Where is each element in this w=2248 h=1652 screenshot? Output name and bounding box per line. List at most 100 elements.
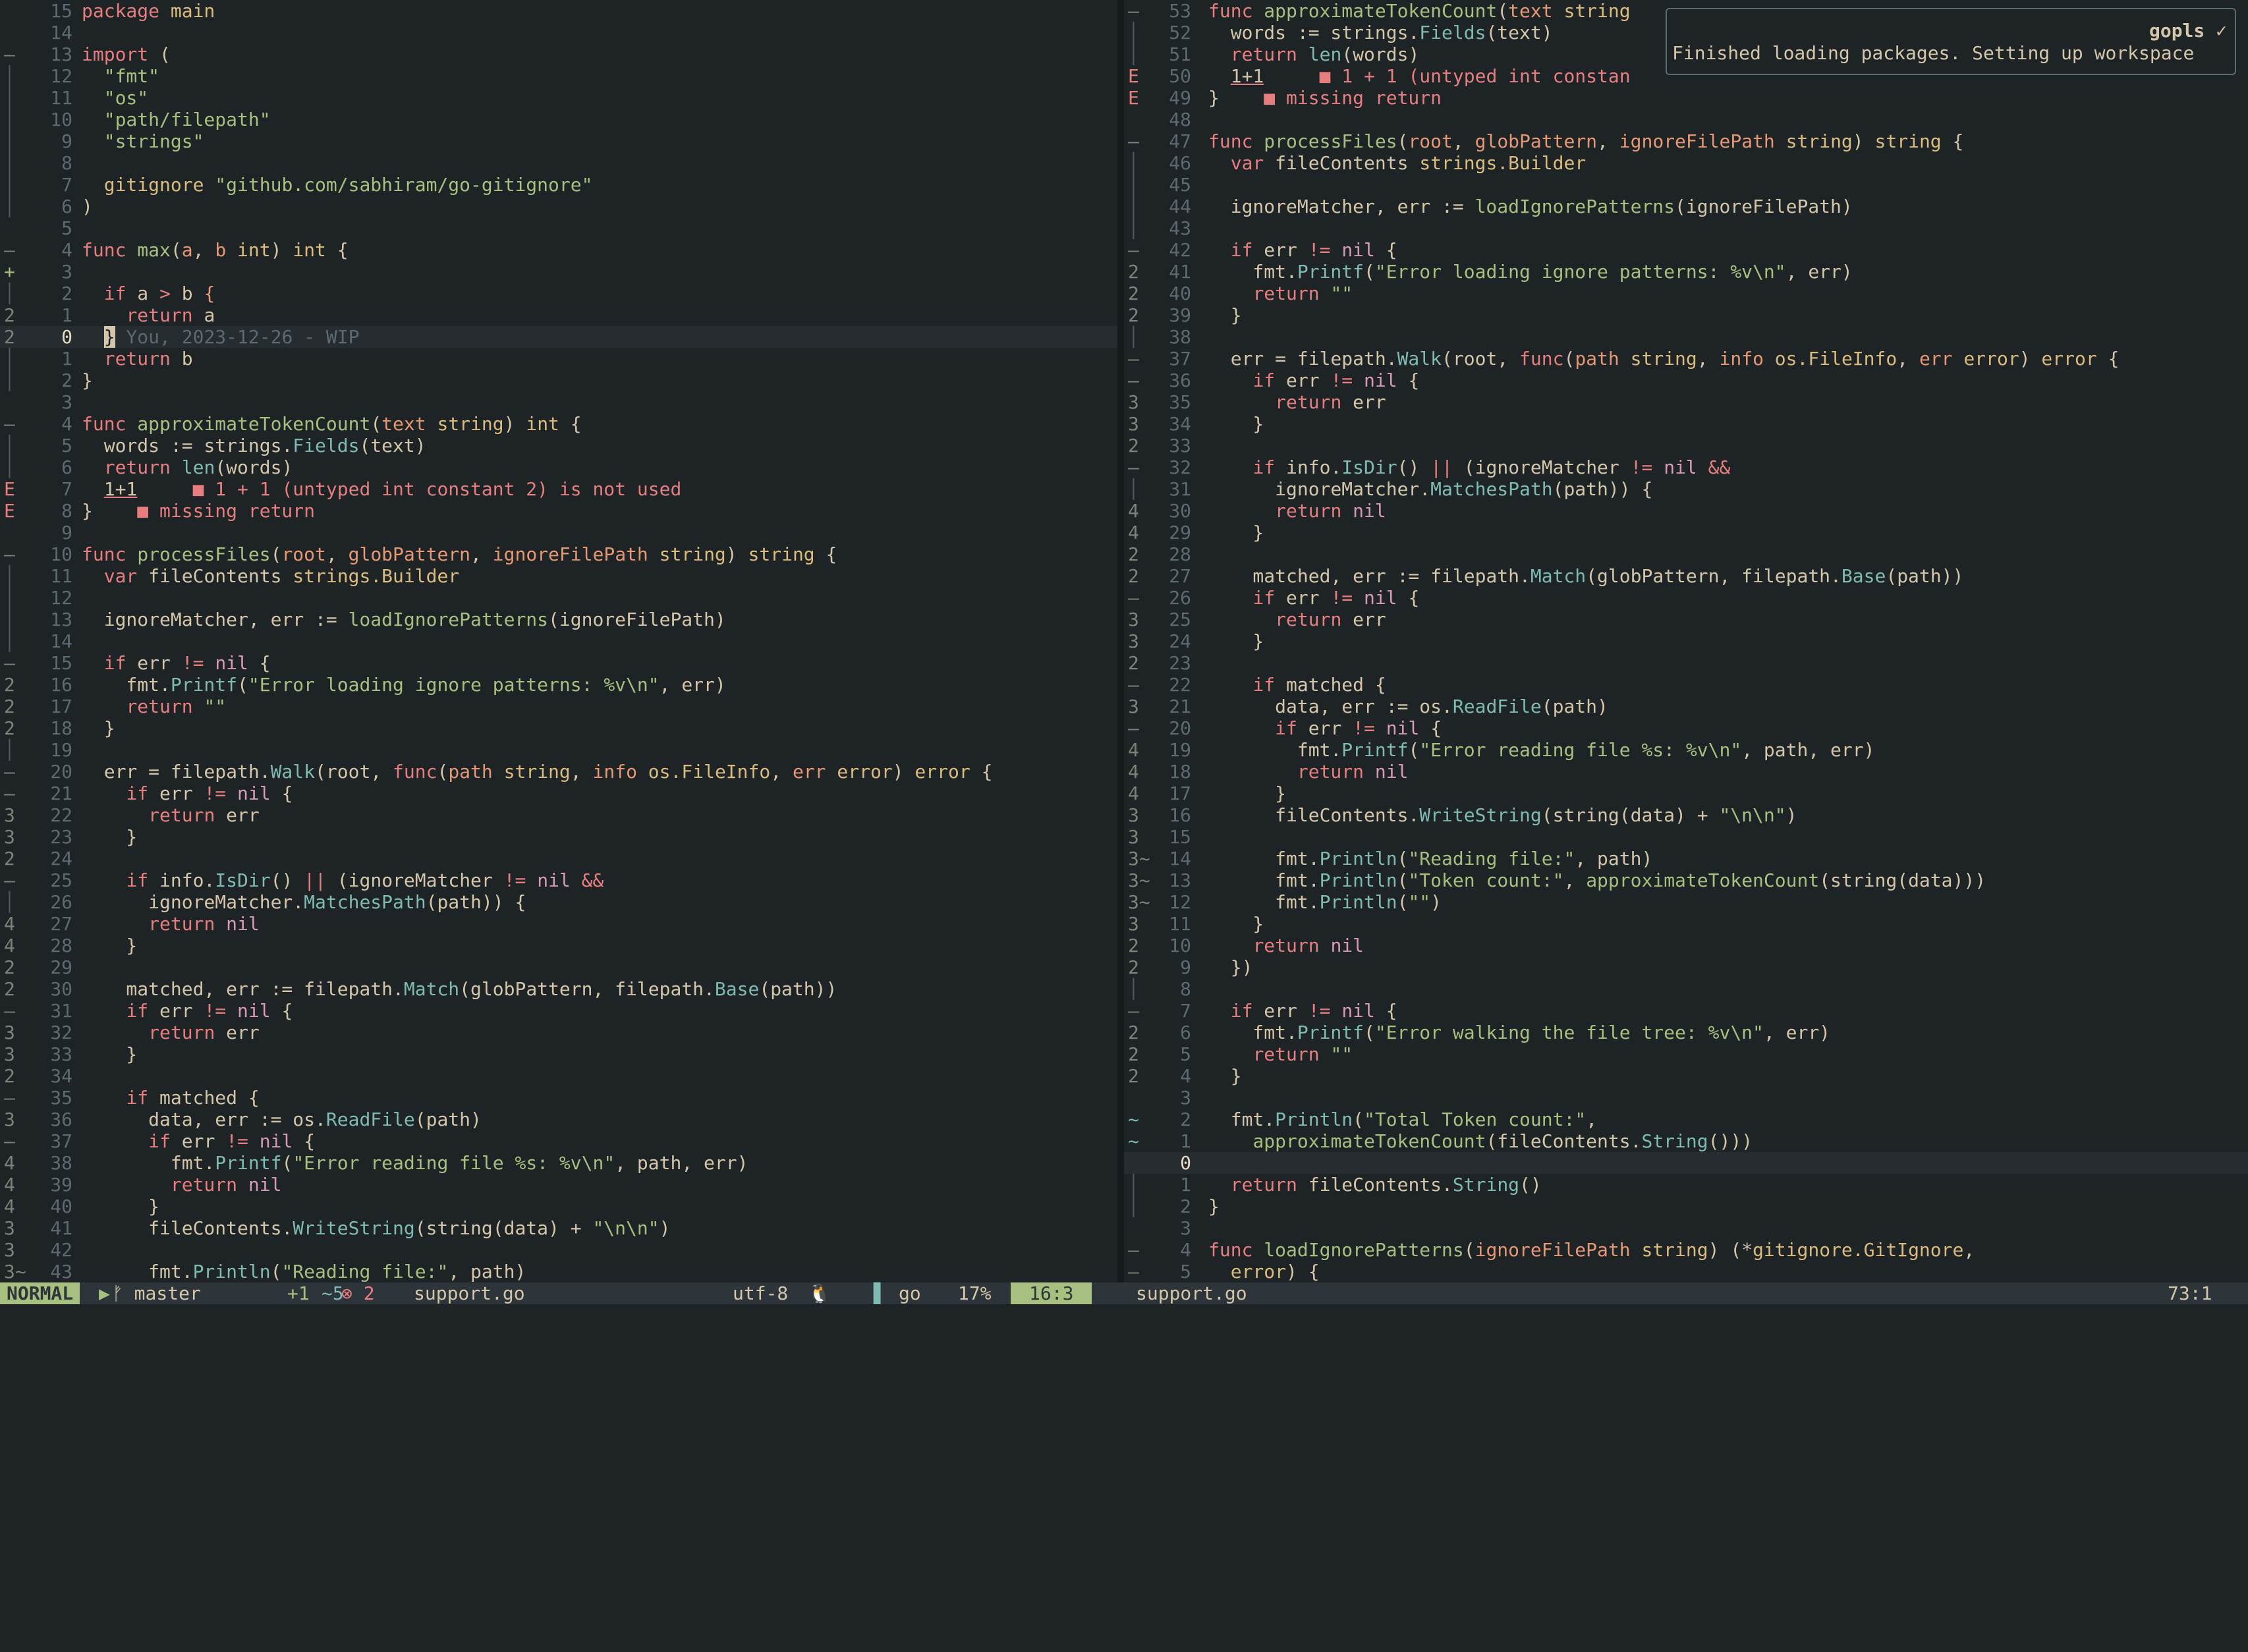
code-line[interactable]: 3 23 } [0,826,1117,848]
code-line[interactable]: 4 18 return nil [1124,761,2248,783]
code-line[interactable]: 21 return a [0,304,1117,326]
code-line[interactable]: 2 23 [1124,652,2248,674]
code-line[interactable]: │ 44 ignoreMatcher, err := loadIgnorePatt… [1124,196,2248,217]
code-line[interactable]: │ 7 gitignore "github.com/sabhiram/go-git… [0,174,1117,196]
code-line[interactable]: │ 14 [0,630,1117,652]
code-line[interactable]: 3 34 } [1124,413,2248,435]
code-line[interactable]: 3 24 } [1124,630,2248,652]
code-line[interactable]: –35 if matched { [0,1087,1117,1109]
code-line[interactable]: –7 if err != nil { [1124,1000,2248,1022]
code-line[interactable]: 2 16 fmt.Printf("Error loading ignore pat… [0,674,1117,696]
code-line[interactable]: 2 40 return "" [1124,283,2248,304]
code-line[interactable]: 3~ 43 fmt.Println("Reading file:", path) [0,1261,1117,1282]
code-line[interactable]: 29 }) [1124,956,2248,978]
code-line[interactable]: –13 import ( [0,43,1117,65]
code-line[interactable]: │ 26 ignoreMatcher.MatchesPath(path)) { [0,891,1117,913]
code-line[interactable]: │ 2 if a > b { [0,283,1117,304]
code-line[interactable]: –22 if matched { [1124,674,2248,696]
code-line[interactable]: │ 9 "strings" [0,130,1117,152]
code-line[interactable]: –36 if err != nil { [1124,370,2248,391]
code-line[interactable]: 2 10 return nil [1124,935,2248,956]
code-line[interactable]: –31 if err != nil { [0,1000,1117,1022]
code-line[interactable]: E7 1+1 ■ 1 + 1 (untyped int constant 2) … [0,478,1117,500]
code-line[interactable]: 2 24 [0,848,1117,869]
editor-pane-right[interactable]: –53 func approximateTokenCount(text strin… [1124,0,2248,1282]
code-line[interactable]: 3 25 return err [1124,609,2248,630]
code-line[interactable]: │ 2} [0,370,1117,391]
code-line[interactable]: 4 40 } [0,1196,1117,1217]
code-line[interactable]: 2 17 return "" [0,696,1117,717]
code-line[interactable]: 24 } [1124,1065,2248,1087]
code-line[interactable]: +3 [0,261,1117,283]
code-line[interactable]: │ 13 ignoreMatcher, err := loadIgnorePatt… [0,609,1117,630]
code-line[interactable]: E 49} ■ missing return [1124,87,2248,109]
code-line[interactable]: │ 45 [1124,174,2248,196]
code-line[interactable]: 2 41 fmt.Printf("Error loading ignore pat… [1124,261,2248,283]
code-line[interactable]: 3 11 } [1124,913,2248,935]
code-line[interactable]: 3 35 return err [1124,391,2248,413]
code-line[interactable]: 15 package main [0,0,1117,22]
code-line[interactable]: 5 [0,217,1117,239]
code-line[interactable]: –32 if info.IsDir() || (ignoreMatcher !=… [1124,456,2248,478]
code-line[interactable]: 4 30 return nil [1124,500,2248,522]
code-line[interactable]: │ 8 [1124,978,2248,1000]
code-line[interactable]: 3~ 12 fmt.Println("") [1124,891,2248,913]
code-line[interactable]: ~2 fmt.Println("Total Token count:", [1124,1109,2248,1130]
code-line[interactable]: │ 5 words := strings.Fields(text) [0,435,1117,456]
code-line[interactable]: –15 if err != nil { [0,652,1117,674]
code-line[interactable]: –20 err = filepath.Walk(root, func(path … [0,761,1117,783]
code-line[interactable]: │ 2} [1124,1196,2248,1217]
code-line[interactable]: │ 1 return b [0,348,1117,370]
code-line[interactable]: 26 fmt.Printf("Error walking the file tr… [1124,1022,2248,1043]
code-line[interactable]: –4 func loadIgnorePatterns(ignoreFilePath… [1124,1239,2248,1261]
code-line[interactable]: 9 [0,522,1117,543]
code-line[interactable]: 3 42 [0,1239,1117,1261]
code-line[interactable]: 2 18 } [0,717,1117,739]
code-line[interactable]: 4 17 } [1124,783,2248,804]
code-line[interactable]: –37 err = filepath.Walk(root, func(path … [1124,348,2248,370]
code-line[interactable]: –4 func approximateTokenCount(text string… [0,413,1117,435]
code-line[interactable]: –10 func processFiles(root, globPattern, … [0,543,1117,565]
code-line[interactable]: │ 12 "fmt" [0,65,1117,87]
code-line[interactable]: │ 1 return fileContents.String() [1124,1174,2248,1196]
code-line[interactable]: 3~ 14 fmt.Println("Reading file:", path) [1124,848,2248,869]
editor-pane-left[interactable]: 15 package main 14–13 import (│ 12 "fmt" │ 11 … [0,0,1117,1282]
code-line[interactable]: 3 [1124,1217,2248,1239]
code-line[interactable]: │ 11 "os" [0,87,1117,109]
code-line[interactable]: 4 19 fmt.Printf("Error reading file %s: %… [1124,739,2248,761]
current-code-line[interactable]: 20 } You, 2023-12-26 - WIP [0,326,1117,348]
git-branch[interactable]: ᚠ master [112,1282,201,1304]
code-line[interactable]: 4 27 return nil [0,913,1117,935]
code-line[interactable]: 3 15 [1124,826,2248,848]
code-line[interactable]: │ 12 [0,587,1117,609]
code-line[interactable]: –4 func max(a, b int) int { [0,239,1117,261]
code-line[interactable]: │ 43 [1124,217,2248,239]
code-line[interactable]: –20 if err != nil { [1124,717,2248,739]
code-line[interactable]: E 8} ■ missing return [0,500,1117,522]
code-line[interactable]: │ 10 "path/filepath" [0,109,1117,130]
code-line[interactable]: 2 33 [1124,435,2248,456]
code-line[interactable]: –21 if err != nil { [0,783,1117,804]
code-line[interactable]: │ 19 [0,739,1117,761]
code-line[interactable]: 3 41 fileContents.WriteString(string(data… [0,1217,1117,1239]
code-line[interactable]: 25 return "" [1124,1043,2248,1065]
code-line[interactable]: 48 [1124,109,2248,130]
vertical-split-divider[interactable] [1117,0,1124,1282]
code-line[interactable]: 3 16 fileContents.WriteString(string(data… [1124,804,2248,826]
code-line[interactable]: │ 8 [0,152,1117,174]
code-line[interactable]: 3 [1124,1087,2248,1109]
code-line[interactable]: 2 34 [0,1065,1117,1087]
code-line[interactable]: 4 29 } [1124,522,2248,543]
code-line[interactable]: –42 if err != nil { [1124,239,2248,261]
code-line[interactable]: –47 func processFiles(root, globPattern, … [1124,130,2248,152]
code-line[interactable]: –37 if err != nil { [0,1130,1117,1152]
code-line[interactable]: │ 6) [0,196,1117,217]
code-line[interactable]: 14 [0,22,1117,43]
code-line[interactable]: 2 39 } [1124,304,2248,326]
code-line[interactable]: │ 38 [1124,326,2248,348]
code-line[interactable]: 2 28 [1124,543,2248,565]
code-line[interactable]: ~1 approximateTokenCount(fileContents.St… [1124,1130,2248,1152]
current-code-line[interactable]: 0 [1124,1152,2248,1174]
code-line[interactable]: 3 21 data, err := os.ReadFile(path) [1124,696,2248,717]
diagnostics-error-count[interactable]: ⊗ 2 [341,1282,375,1304]
